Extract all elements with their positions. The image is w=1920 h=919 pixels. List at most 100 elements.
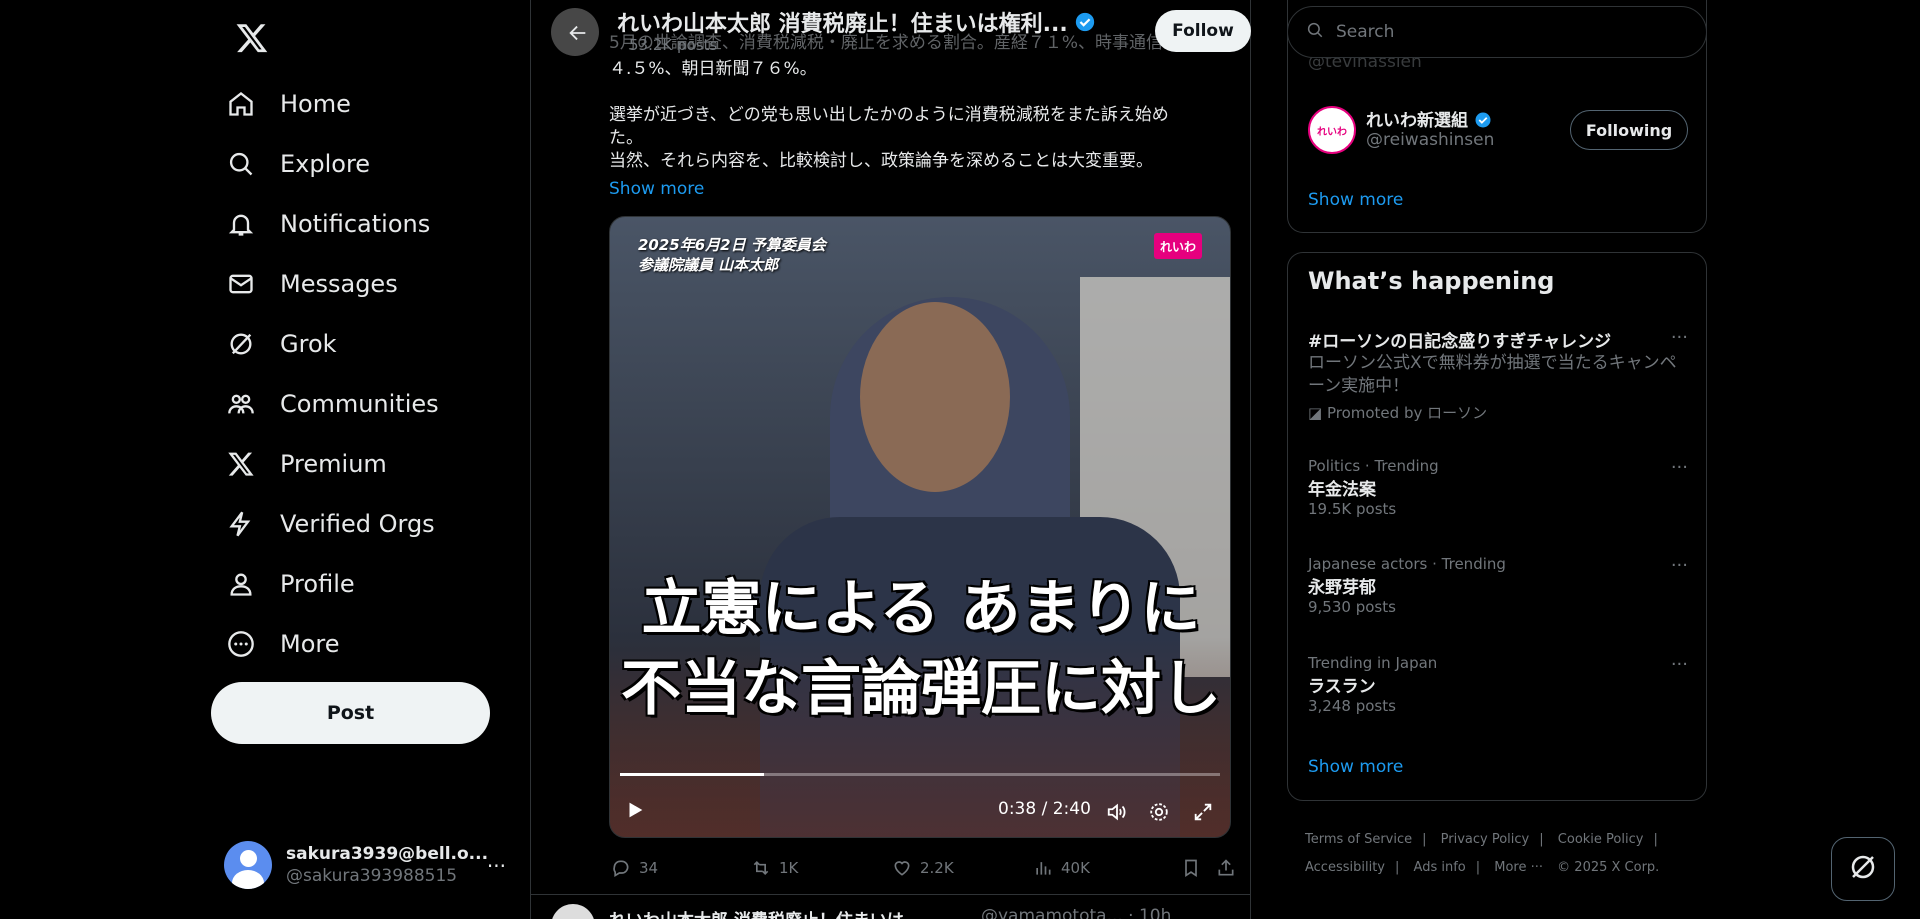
more-dots-icon[interactable]: ··· xyxy=(1671,654,1688,675)
nav-explore[interactable]: Explore xyxy=(226,134,439,194)
nav-premium-label: Premium xyxy=(280,450,387,478)
bookmark-button[interactable] xyxy=(1179,856,1209,880)
search-bar[interactable]: Search xyxy=(1287,6,1707,58)
tweet-text: ４.５%、朝日新聞７６%。 選挙が近づき、どの党も思い出したかのように消費税減税… xyxy=(609,58,1219,173)
gear-icon[interactable] xyxy=(1148,801,1170,827)
page-title-text: れいわ山本太郎 消費税廃止！住まいは権利... xyxy=(617,12,1068,37)
nav-communities-label: Communities xyxy=(280,390,439,418)
show-more-link[interactable]: Show more xyxy=(1308,190,1403,210)
trend-category: Japanese actors · Trending xyxy=(1308,555,1506,573)
account-switcher[interactable]: sakura3939@bell.o... @sakura393988515 ··… xyxy=(224,836,514,894)
main-nav: Home Explore Notifications Messages Grok… xyxy=(226,74,439,674)
trends-card: What’s happening #ローソンの日記念盛りすぎチャレンジ ローソン… xyxy=(1287,252,1707,801)
play-icon[interactable] xyxy=(624,799,646,825)
app-root: Home Explore Notifications Messages Grok… xyxy=(0,0,1920,919)
views-button[interactable]: 40K xyxy=(1031,856,1090,880)
follow-suggestion[interactable]: れいわ れいわ新選組 @reiwashinsen Following xyxy=(1308,104,1688,156)
nav-home[interactable]: Home xyxy=(226,74,439,134)
nav-verified-orgs[interactable]: Verified Orgs xyxy=(226,494,439,554)
communities-icon xyxy=(226,389,256,419)
lightning-icon xyxy=(226,509,256,539)
share-button[interactable] xyxy=(1214,856,1244,880)
nav-grok-label: Grok xyxy=(280,330,337,358)
trend-category: Trending in Japan xyxy=(1308,654,1438,672)
bookmark-icon xyxy=(1179,856,1203,880)
video-caption-line: 参議院議員 山本太郎 xyxy=(638,256,779,274)
nav-messages[interactable]: Messages xyxy=(226,254,439,314)
reply-button[interactable]: 34 xyxy=(609,856,658,880)
trend-description: ローソン公式Xで無料券が抽選で当たるキャンペーン実施中！ xyxy=(1308,353,1677,396)
profile-header: れいわ山本太郎 消費税廃止！住まいは権利... 53.2K posts Foll… xyxy=(551,6,1251,58)
more-dots-icon[interactable]: ··· xyxy=(1671,327,1688,348)
trend-item[interactable]: Japanese actors · Trending 永野芽郁 9,530 po… xyxy=(1308,555,1688,616)
show-more-link[interactable]: Show more xyxy=(1308,757,1403,777)
search-input[interactable]: Search xyxy=(1336,22,1394,42)
footer-link[interactable]: More ··· xyxy=(1494,860,1543,875)
video-progress-bar[interactable] xyxy=(620,773,1220,776)
show-more-link[interactable]: Show more xyxy=(609,179,704,199)
account-handle: @sakura393988515 xyxy=(286,866,458,886)
nav-profile[interactable]: Profile xyxy=(226,554,439,614)
x-logo-icon[interactable] xyxy=(226,12,278,64)
person-icon xyxy=(226,569,256,599)
post-button[interactable]: Post xyxy=(211,682,490,744)
promoted-icon: ◪ xyxy=(1308,404,1323,422)
video-subtitle-line: 不当な言論弾圧に対し xyxy=(621,654,1221,724)
trend-item[interactable]: Trending in Japan ラスラン 3,248 posts ··· xyxy=(1308,654,1688,715)
more-dots-icon[interactable]: ··· xyxy=(1671,457,1688,478)
trend-item[interactable]: Politics · Trending 年金法案 19.5K posts ··· xyxy=(1308,457,1688,518)
video-caption: 2025年6月2日 予算委員会 参議院議員 山本太郎 xyxy=(638,235,826,275)
video-timecode: 0:38 / 2:40 xyxy=(998,799,1091,819)
more-dots-icon[interactable]: ··· xyxy=(1671,555,1688,576)
fullscreen-icon[interactable] xyxy=(1192,801,1214,827)
home-icon xyxy=(226,89,256,119)
back-arrow-icon[interactable] xyxy=(567,22,589,48)
trend-name: 永野芽郁 xyxy=(1308,578,1376,598)
nav-explore-label: Explore xyxy=(280,150,371,178)
nav-notifications[interactable]: Notifications xyxy=(226,194,439,254)
footer-link[interactable]: Ads info xyxy=(1414,860,1466,875)
search-icon xyxy=(1306,21,1324,43)
avatar xyxy=(224,841,272,889)
tweet-line: 当然、それら内容を、比較検討し、政策論争を深めることは大変重要。 xyxy=(609,151,1153,171)
nav-notifications-label: Notifications xyxy=(280,210,431,238)
tweet-line: 選挙が近づき、どの党も思い出したかのように消費税減税をまた訴え始め xyxy=(609,105,1169,125)
bell-icon xyxy=(226,209,256,239)
next-tweet-author[interactable]: れいわ山本太郎 消費税廃止！住まいは... xyxy=(609,906,923,919)
footer-link[interactable]: Privacy Policy xyxy=(1441,832,1530,847)
more-dots-icon[interactable]: ··· xyxy=(487,854,506,878)
trend-post-count: 9,530 posts xyxy=(1308,598,1396,616)
grok-fab-button[interactable] xyxy=(1831,837,1895,901)
trend-name: #ローソンの日記念盛りすぎチャレンジ xyxy=(1308,332,1612,352)
like-button[interactable]: 2.2K xyxy=(890,856,954,880)
footer-link[interactable]: Cookie Policy xyxy=(1558,832,1644,847)
trend-category: Politics · Trending xyxy=(1308,457,1439,475)
trend-item[interactable]: #ローソンの日記念盛りすぎチャレンジ ローソン公式Xで無料券が抽選で当たるキャン… xyxy=(1308,327,1688,423)
repost-icon xyxy=(749,856,773,880)
video-subtitle-line: 立憲による あまりに xyxy=(641,574,1201,644)
video-subtitle: 立憲による あまりに 不当な言論弾圧に対し xyxy=(610,569,1230,729)
nav-grok[interactable]: Grok xyxy=(226,314,439,374)
nav-more[interactable]: More xyxy=(226,614,439,674)
repost-button[interactable]: 1K xyxy=(749,856,798,880)
tweet-actions: 34 1K 2.2K 40K xyxy=(609,856,1234,886)
volume-icon[interactable] xyxy=(1106,801,1128,827)
follow-button[interactable]: Follow xyxy=(1155,10,1251,52)
next-tweet-avatar[interactable] xyxy=(551,904,595,919)
trend-post-count: 3,248 posts xyxy=(1308,697,1396,715)
promoted-label: ◪ Promoted by ローソン xyxy=(1308,402,1688,423)
footer-link[interactable]: Terms of Service xyxy=(1305,832,1412,847)
copyright: © 2025 X Corp. xyxy=(1557,860,1660,875)
trend-post-count: 19.5K posts xyxy=(1308,500,1397,518)
next-tweet-meta: @yamamotota... · 10h xyxy=(981,906,1172,919)
footer-link[interactable]: Accessibility xyxy=(1305,860,1385,875)
following-button[interactable]: Following xyxy=(1570,110,1688,150)
suggestion-name-text: れいわ新選組 xyxy=(1366,111,1468,131)
nav-profile-label: Profile xyxy=(280,570,355,598)
tweet-line: た。 xyxy=(609,128,643,148)
video-caption-line: 2025年6月2日 予算委員会 xyxy=(638,236,826,254)
nav-premium[interactable]: Premium xyxy=(226,434,439,494)
page-title: れいわ山本太郎 消費税廃止！住まいは権利... xyxy=(617,6,1096,39)
video-player[interactable]: 2025年6月2日 予算委員会 参議院議員 山本太郎 れいわ 立憲による あまり… xyxy=(609,216,1231,838)
nav-communities[interactable]: Communities xyxy=(226,374,439,434)
